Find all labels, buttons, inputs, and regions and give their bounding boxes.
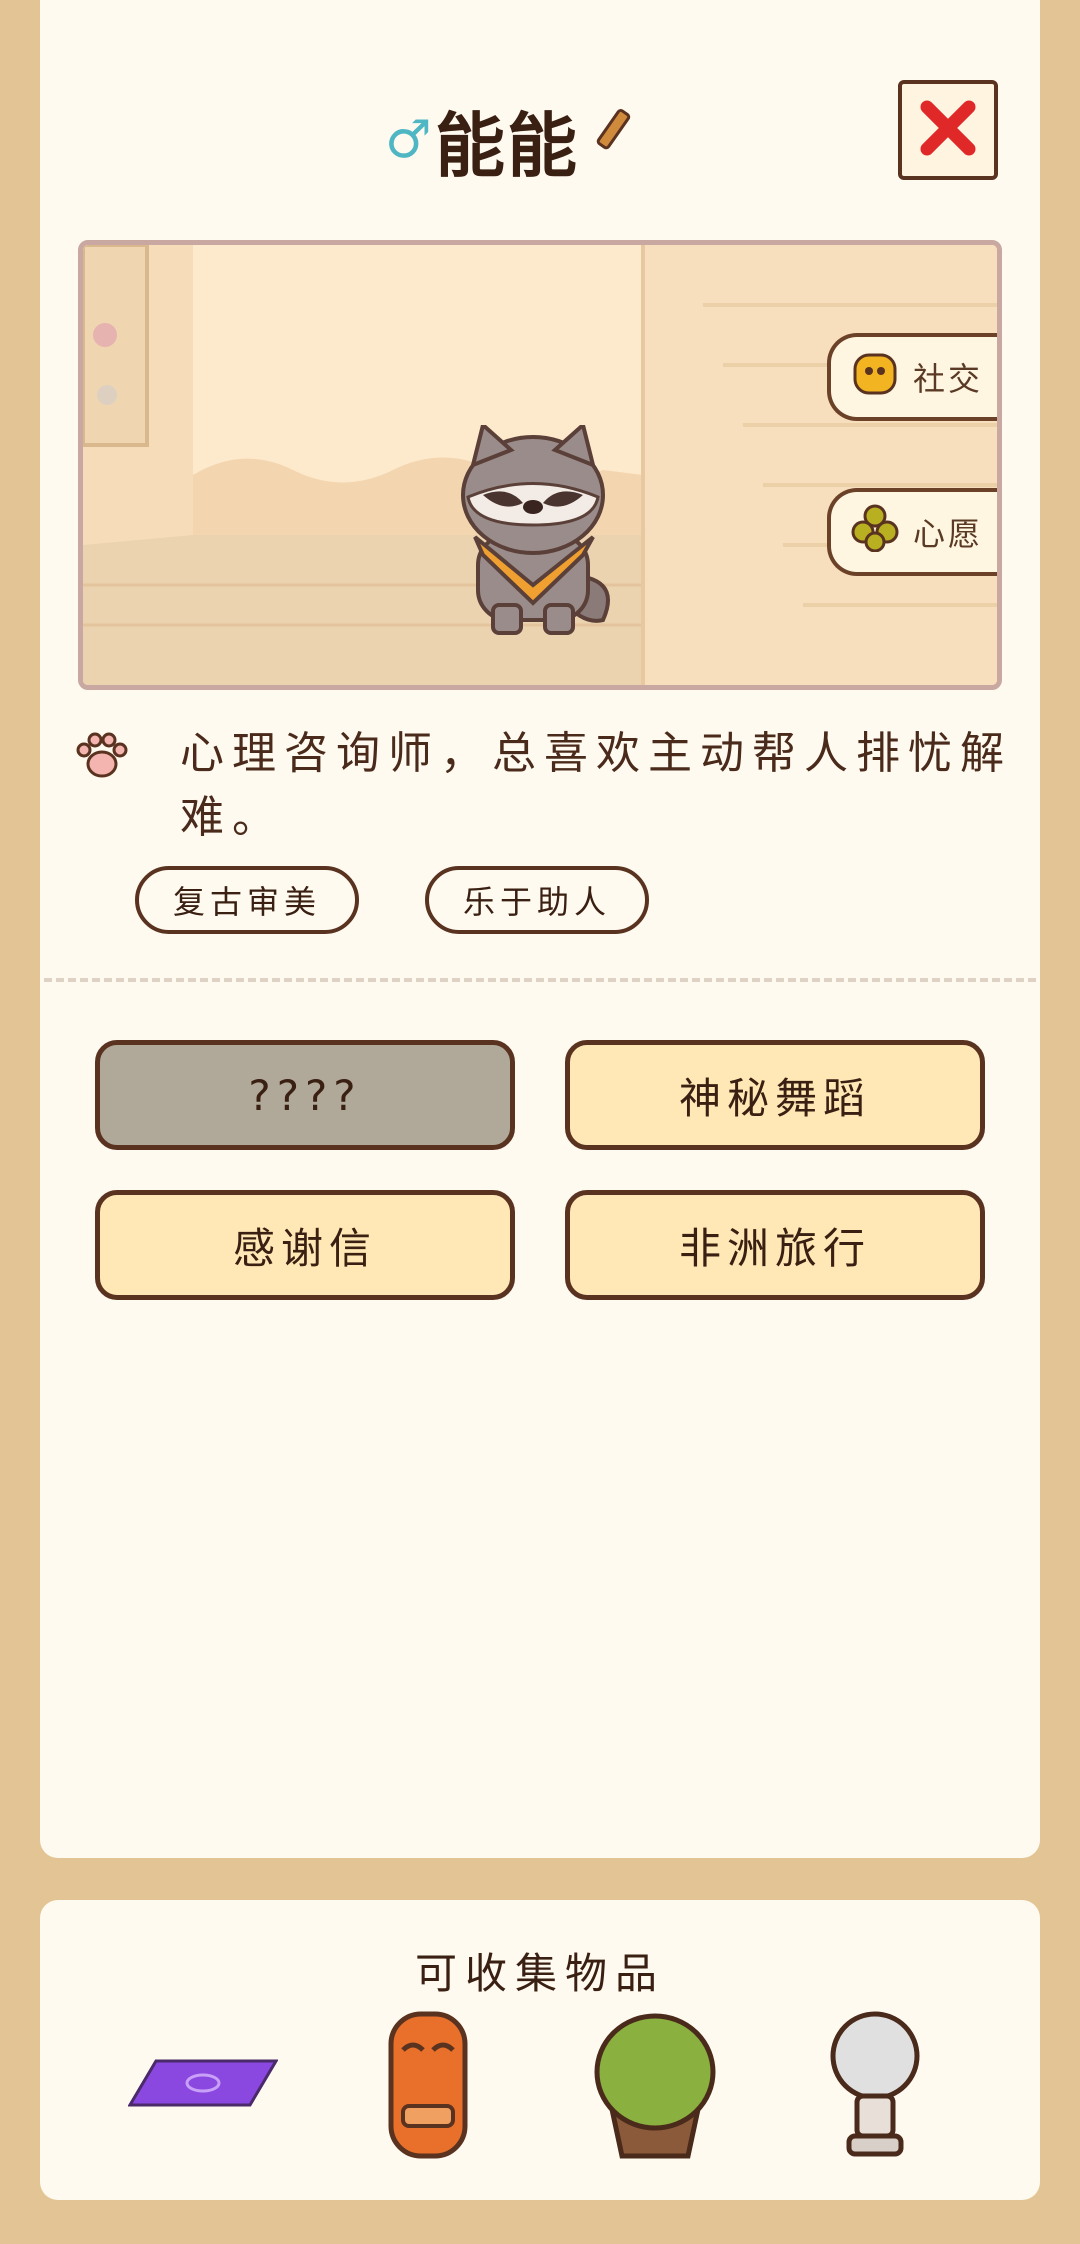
cactus-pot-icon[interactable]	[588, 2010, 722, 2164]
wish-button-label: 心愿	[913, 515, 984, 553]
social-button[interactable]: 社交	[827, 333, 997, 421]
room-scene: 社交 心愿	[78, 240, 1002, 690]
close-x-icon	[917, 97, 979, 163]
wish-button[interactable]: 心愿	[827, 488, 997, 576]
social-button-label: 社交	[913, 360, 984, 398]
gender-male-icon: ♂	[385, 110, 432, 170]
profile-header: ♂ 能能	[40, 70, 1040, 200]
pencil-icon[interactable]	[590, 105, 634, 165]
tag-helpful: 乐于助人	[425, 866, 649, 934]
mystery-dance-button[interactable]: 神秘舞蹈	[565, 1040, 985, 1150]
collectibles-panel: 可收集物品	[40, 1900, 1040, 2200]
character-name: 能能	[435, 105, 579, 187]
close-button[interactable]	[898, 80, 998, 180]
profile-card: ♂ 能能 社交 心愿 心理咨询师，总喜欢主动帮人排忧解难。 复古审美 乐于助人 …	[40, 0, 1040, 1858]
tag-retro-aesthetic: 复古审美	[135, 866, 359, 934]
carpet-icon[interactable]	[127, 2055, 279, 2119]
section-divider	[44, 978, 1036, 982]
africa-trip-button[interactable]: 非洲旅行	[565, 1190, 985, 1300]
character-description: 心理咨询师，总喜欢主动帮人排忧解难。	[180, 728, 1012, 843]
lightbulb-icon[interactable]	[825, 2010, 925, 2164]
locked-action-button[interactable]: ????	[95, 1040, 515, 1150]
thank-you-letter-button[interactable]: 感谢信	[95, 1190, 515, 1300]
collectibles-title: 可收集物品	[414, 1949, 665, 1998]
social-icon	[851, 349, 899, 405]
tiki-mask-icon[interactable]	[385, 2010, 471, 2164]
clover-icon	[851, 504, 899, 560]
paw-icon	[76, 732, 128, 784]
raccoon-character[interactable]	[453, 421, 633, 639]
